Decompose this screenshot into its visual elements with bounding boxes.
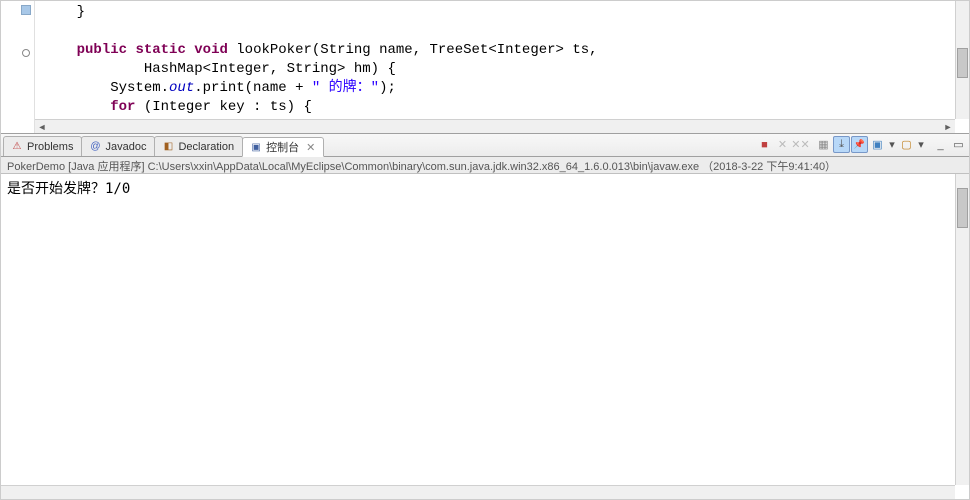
pin-console-button[interactable]: 📌 xyxy=(851,136,868,153)
display-selected-console-button[interactable]: ▣ xyxy=(869,136,886,153)
tab-label: Declaration xyxy=(178,141,234,153)
scrollbar-thumb[interactable] xyxy=(957,48,968,78)
dropdown-icon[interactable]: ▾ xyxy=(887,136,897,153)
remove-all-launches-button[interactable]: ✕✕ xyxy=(792,136,809,153)
declaration-icon: ◧ xyxy=(161,140,175,154)
scroll-lock-button[interactable]: ⤓ xyxy=(833,136,850,153)
code-line: System.out.print(name + " 的牌："); xyxy=(43,80,396,96)
open-console-button[interactable]: ▢ xyxy=(898,136,915,153)
console-toolbar: ■ ✕ ✕✕ ▦ ⤓ 📌 ▣ ▾ ▢ ▾ _ ▭ xyxy=(756,136,967,153)
override-marker-icon xyxy=(21,5,31,15)
code-line: for (Integer key : ts) { xyxy=(43,99,312,115)
tab-declaration[interactable]: ◧ Declaration xyxy=(154,136,243,156)
dropdown-icon[interactable]: ▾ xyxy=(916,136,926,153)
terminate-button[interactable]: ■ xyxy=(756,136,773,153)
console-vertical-scrollbar[interactable] xyxy=(955,174,969,485)
console-horizontal-scrollbar[interactable] xyxy=(1,485,955,499)
tab-javadoc[interactable]: @ Javadoc xyxy=(81,136,155,156)
tab-label: 控制台 xyxy=(266,139,299,155)
javadoc-icon: @ xyxy=(88,140,102,154)
scrollbar-thumb[interactable] xyxy=(957,188,968,228)
console-output[interactable]: 是否开始发牌？1/0 xyxy=(3,176,955,485)
tab-console[interactable]: ▣ 控制台 ✕ xyxy=(242,137,324,157)
clear-console-button[interactable]: ▦ xyxy=(815,136,832,153)
tab-label: Problems xyxy=(27,141,73,153)
minimize-view-button[interactable]: _ xyxy=(932,136,949,153)
console-view[interactable]: 是否开始发牌？1/0 xyxy=(1,174,969,499)
code-editor[interactable]: } public static void lookPoker(String na… xyxy=(1,1,969,134)
scroll-left-icon[interactable]: ◄ xyxy=(35,121,49,133)
editor-horizontal-scrollbar[interactable]: ◄ ► xyxy=(35,119,955,133)
code-line: } xyxy=(43,4,85,20)
editor-vertical-scrollbar[interactable] xyxy=(955,1,969,119)
fold-toggle-icon[interactable] xyxy=(22,49,30,57)
code-line: HashMap<Integer, String> hm) { xyxy=(43,61,396,77)
launch-text: PokerDemo [Java 应用程序] C:\Users\xxin\AppD… xyxy=(7,161,836,173)
remove-launch-button[interactable]: ✕ xyxy=(774,136,791,153)
console-launch-info: PokerDemo [Java 应用程序] C:\Users\xxin\AppD… xyxy=(1,157,969,174)
views-tab-bar: ⚠ Problems @ Javadoc ◧ Declaration ▣ 控制台… xyxy=(1,134,969,157)
tab-label: Javadoc xyxy=(105,141,146,153)
code-line: public static void lookPoker(String name… xyxy=(43,42,598,58)
maximize-view-button[interactable]: ▭ xyxy=(950,136,967,153)
editor-gutter xyxy=(1,1,35,133)
console-icon: ▣ xyxy=(249,140,263,154)
code-content[interactable]: } public static void lookPoker(String na… xyxy=(35,1,955,119)
scroll-right-icon[interactable]: ► xyxy=(941,121,955,133)
tab-problems[interactable]: ⚠ Problems xyxy=(3,136,82,156)
problems-icon: ⚠ xyxy=(10,140,24,154)
close-tab-icon[interactable]: ✕ xyxy=(306,141,315,154)
